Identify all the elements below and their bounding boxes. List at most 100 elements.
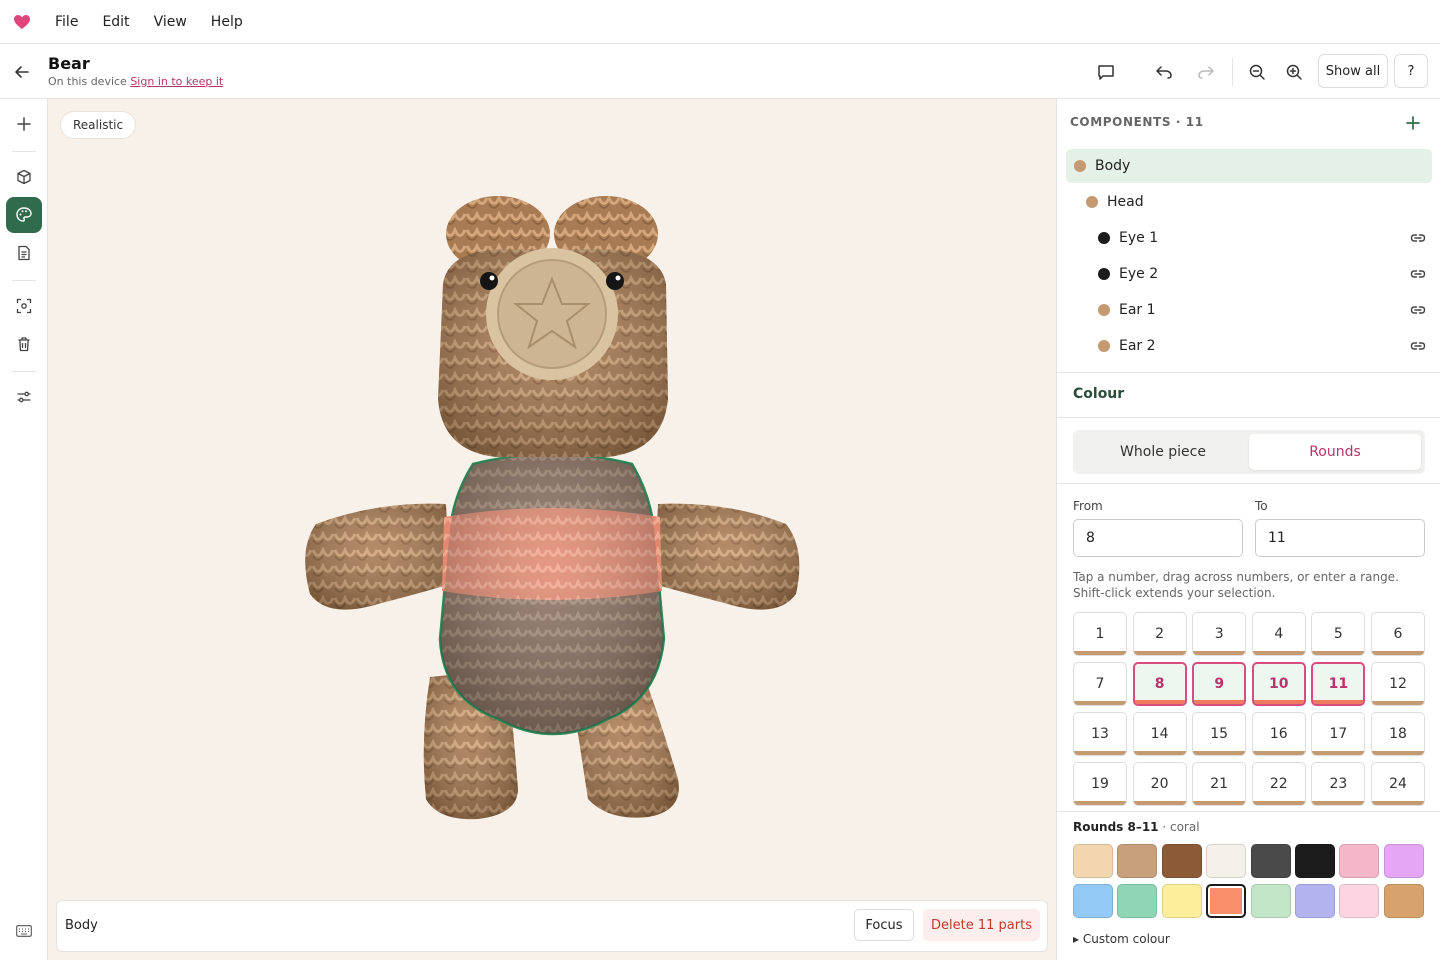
round-colour-bar [1312,801,1365,805]
link-icon[interactable] [1410,302,1426,318]
component-label: Ear 2 [1119,338,1156,354]
round-button[interactable]: 23 [1311,762,1366,806]
plus-icon [1406,116,1420,130]
round-number: 12 [1389,676,1407,692]
round-button[interactable]: 5 [1311,612,1366,656]
round-button[interactable]: 15 [1192,712,1247,756]
component-colour-dot [1086,196,1098,208]
round-button[interactable]: 2 [1132,612,1187,656]
help-button[interactable]: ? [1394,54,1428,88]
back-button[interactable] [8,58,36,86]
link-icon[interactable] [1410,230,1426,246]
round-button[interactable]: 1 [1073,612,1127,656]
component-row[interactable]: Eye 1 [1066,221,1432,255]
colour-swatch[interactable] [1383,884,1424,918]
keyboard-icon[interactable] [16,924,32,938]
bear-model[interactable] [48,99,1056,899]
round-button[interactable]: 8 [1132,662,1187,706]
colour-swatch[interactable] [1339,884,1380,918]
colour-section-title: Colour [1073,386,1125,402]
model-viewport[interactable]: Realistic Body Focus Delete 11 parts [48,99,1056,960]
title-bar: Bear On this device Sign in to keep it S… [0,44,1440,99]
round-button[interactable]: 13 [1073,712,1127,756]
colour-swatch[interactable] [1117,884,1158,918]
round-button[interactable]: 20 [1132,762,1187,806]
round-button[interactable]: 3 [1192,612,1247,656]
colour-swatch[interactable] [1073,844,1113,878]
colour-swatch[interactable] [1383,844,1424,878]
delete-parts-button[interactable]: Delete 11 parts [923,909,1040,941]
zoom-out-button[interactable] [1242,57,1272,87]
colour-swatch[interactable] [1117,844,1158,878]
round-button[interactable]: 19 [1073,762,1127,806]
show-all-button[interactable]: Show all [1318,54,1388,88]
menu-help[interactable]: Help [199,0,255,44]
round-button[interactable]: 16 [1251,712,1306,756]
to-label: To [1255,499,1268,513]
component-row[interactable]: Eye 2 [1066,257,1432,291]
round-number: 7 [1095,676,1105,692]
round-button[interactable]: 24 [1371,762,1425,806]
round-button[interactable]: 9 [1192,662,1247,706]
round-button[interactable]: 10 [1251,662,1306,706]
round-button[interactable]: 17 [1311,712,1366,756]
colour-swatch[interactable] [1295,844,1335,878]
colour-swatch[interactable] [1250,884,1291,918]
round-button[interactable]: 4 [1251,612,1306,656]
round-button[interactable]: 7 [1073,662,1127,706]
zoom-in-icon [1286,64,1302,80]
round-colour-bar [1074,701,1126,705]
document-title: Bear [48,54,90,73]
round-button[interactable]: 6 [1371,612,1425,656]
link-icon[interactable] [1410,266,1426,282]
add-tool-button[interactable] [6,106,42,142]
from-round-input[interactable]: 8 [1073,519,1243,557]
component-row[interactable]: Ear 1 [1066,293,1432,327]
undo-button[interactable] [1149,57,1179,87]
colour-swatch[interactable] [1250,844,1291,878]
pattern-tool-button[interactable] [6,235,42,271]
component-row[interactable]: Body [1066,149,1432,183]
menu-view[interactable]: View [142,0,199,44]
colour-swatch[interactable] [1161,844,1202,878]
round-number: 19 [1091,776,1109,792]
whole-piece-option[interactable]: Whole piece [1077,434,1249,470]
colour-swatch[interactable] [1295,884,1335,918]
to-round-input[interactable]: 11 [1255,519,1425,557]
round-number: 1 [1095,626,1105,642]
custom-colour-toggle[interactable]: ▸ Custom colour [1073,932,1170,946]
round-colour-bar [1074,651,1126,655]
round-button[interactable]: 14 [1132,712,1187,756]
component-row[interactable]: Head [1066,185,1432,219]
shape-tool-button[interactable] [6,159,42,195]
colour-swatch[interactable] [1161,884,1202,918]
palette-icon [16,207,32,222]
settings-tool-button[interactable] [6,379,42,415]
zoom-in-button[interactable] [1279,57,1309,87]
menu-edit[interactable]: Edit [90,0,141,44]
redo-button[interactable] [1191,57,1221,87]
sign-in-link[interactable]: Sign in to keep it [130,75,223,88]
rounds-option[interactable]: Rounds [1249,434,1421,470]
delete-tool-button[interactable] [6,326,42,362]
menu-file[interactable]: File [44,0,90,44]
colour-tool-button[interactable] [6,197,42,233]
colour-swatch[interactable] [1339,844,1380,878]
component-colour-dot [1098,232,1110,244]
colour-swatch[interactable] [1206,884,1247,918]
round-button[interactable]: 11 [1311,662,1366,706]
colour-swatch[interactable] [1206,844,1247,878]
round-button[interactable]: 18 [1371,712,1425,756]
body-piece [438,452,666,736]
round-button[interactable]: 22 [1251,762,1306,806]
focus-button[interactable]: Focus [854,909,914,941]
round-button[interactable]: 12 [1371,662,1425,706]
link-icon[interactable] [1410,338,1426,354]
screenshot-tool-button[interactable] [6,288,42,324]
component-row[interactable]: Ear 2 [1066,329,1432,363]
comment-button[interactable] [1091,57,1121,87]
colour-swatch[interactable] [1073,884,1113,918]
round-button[interactable]: 21 [1192,762,1247,806]
round-number: 14 [1150,726,1169,742]
add-component-button[interactable] [1401,111,1425,135]
